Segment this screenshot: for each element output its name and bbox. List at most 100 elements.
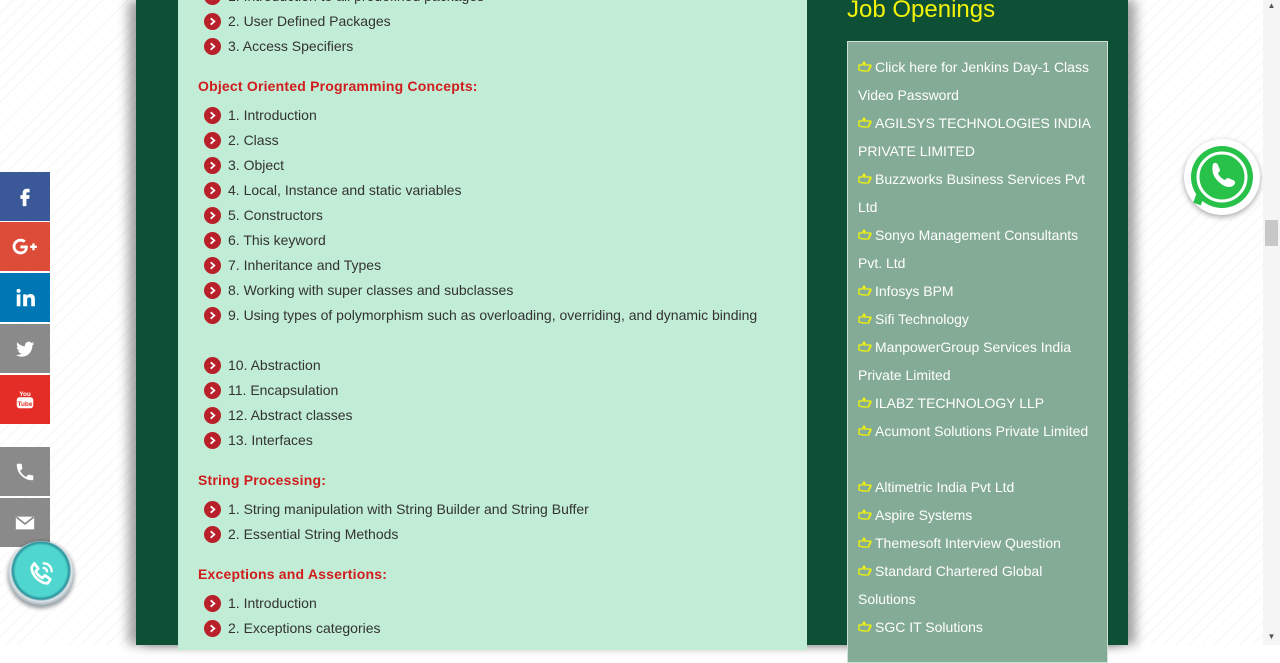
scroll-down-arrow[interactable]: ▼ <box>1266 633 1277 641</box>
job-opening-link[interactable]: Sonyo Management Consultants Pvt. Ltd <box>858 221 1098 277</box>
chevron-right-icon <box>204 357 221 374</box>
job-opening-link[interactable]: SGC IT Solutions <box>858 613 1098 641</box>
job-opening-link[interactable]: ILABZ TECHNOLOGY LLP <box>858 389 1098 417</box>
scrollbar[interactable] <box>1263 0 1280 645</box>
chevron-right-icon <box>204 257 221 274</box>
job-opening-link[interactable]: Sifi Technology <box>858 305 1098 333</box>
chevron-right-icon <box>204 182 221 199</box>
topic-text: 3. Access Specifiers <box>228 38 354 54</box>
job-opening-link[interactable]: Click here for Jenkins Day-1 Class Video… <box>858 53 1098 109</box>
hand-pointer-icon <box>858 173 872 184</box>
topic-text: 10. Abstraction <box>228 357 321 373</box>
svg-text:Tube: Tube <box>18 400 33 407</box>
topic-item: 1. Introduction <box>198 103 758 128</box>
whatsapp-button[interactable] <box>1184 139 1260 215</box>
topic-item: 2. Exceptions categories <box>198 616 758 641</box>
twitter-icon <box>15 341 35 357</box>
topic-text: 3. Object <box>228 157 285 173</box>
job-opening-link[interactable]: Altimetric India Pvt Ltd <box>858 473 1098 501</box>
topic-text: 2. Essential String Methods <box>228 526 399 542</box>
section-heading: Exceptions and Assertions: <box>198 566 388 582</box>
topic-text: 1. Introduction <box>228 595 317 611</box>
hand-pointer-icon <box>858 537 872 548</box>
chevron-right-icon <box>204 595 221 612</box>
chevron-right-icon <box>204 620 221 637</box>
topic-text: 4. Local, Instance and static variables <box>228 182 462 198</box>
topic-item: 10. Abstraction <box>198 353 758 378</box>
hand-pointer-icon <box>858 425 872 436</box>
chevron-right-icon <box>204 13 221 30</box>
job-opening-text: AGILSYS TECHNOLOGIES INDIA PRIVATE LIMIT… <box>858 115 1091 159</box>
call-now-button[interactable] <box>8 541 74 607</box>
phone-icon <box>16 463 34 480</box>
job-opening-link[interactable]: AGILSYS TECHNOLOGIES INDIA PRIVATE LIMIT… <box>858 109 1098 165</box>
twitter-share-button[interactable] <box>0 324 50 373</box>
chevron-right-icon <box>204 207 221 224</box>
page-container: 1. Introduction to all predefined packag… <box>136 0 1128 663</box>
course-content-panel: 1. Introduction to all predefined packag… <box>178 0 807 650</box>
topic-text: 2. Exceptions categories <box>228 620 381 636</box>
topic-item: 5. Constructors <box>198 203 758 228</box>
job-opening-text: Standard Chartered Global Solutions <box>858 563 1043 607</box>
job-opening-text: Click here for Jenkins Day-1 Class Video… <box>858 59 1089 103</box>
topic-text: 7. Inheritance and Types <box>228 257 382 273</box>
topic-item: 3. Access Specifiers <box>198 34 758 59</box>
job-openings-list: Click here for Jenkins Day-1 Class Video… <box>847 41 1108 663</box>
hand-pointer-icon <box>858 61 872 72</box>
phone-contact-button[interactable] <box>0 447 50 496</box>
topic-text: 2. User Defined Packages <box>228 13 391 29</box>
scroll-up-arrow[interactable]: ▲ <box>1266 2 1277 10</box>
job-opening-text: Buzzworks Business Services Pvt Ltd <box>858 171 1086 215</box>
topic-item: 13. Interfaces <box>198 428 758 453</box>
linkedin-icon <box>16 288 35 306</box>
topic-text: 12. Abstract classes <box>228 407 353 423</box>
chevron-right-icon <box>204 501 221 518</box>
job-opening-link[interactable]: Aspire Systems <box>858 501 1098 529</box>
chevron-right-icon <box>204 232 221 249</box>
facebook-share-button[interactable] <box>0 172 50 221</box>
chevron-right-icon <box>204 382 221 399</box>
youtube-share-button[interactable]: Tube You <box>0 375 50 424</box>
chevron-right-icon <box>204 132 221 149</box>
hand-pointer-icon <box>858 229 872 240</box>
job-opening-link[interactable]: Acumont Solutions Private Limited <box>858 417 1098 445</box>
topic-item: 2. Essential String Methods <box>198 522 758 547</box>
topic-text: 9. Using types of polymorphism such as o… <box>228 307 758 323</box>
hand-pointer-icon <box>858 117 872 128</box>
email-contact-button[interactable] <box>0 498 50 547</box>
job-opening-text: Aspire Systems <box>875 507 973 523</box>
youtube-icon: Tube You <box>16 390 34 408</box>
topic-item: 1. Introduction <box>198 591 758 616</box>
chevron-right-icon <box>204 407 221 424</box>
chevron-right-icon <box>204 432 221 449</box>
scrollbar-thumb[interactable] <box>1265 220 1278 246</box>
job-opening-link[interactable]: Standard Chartered Global Solutions <box>858 557 1098 613</box>
job-opening-link[interactable]: ManpowerGroup Services India Private Lim… <box>858 333 1098 389</box>
topic-item: 11. Encapsulation <box>198 378 758 403</box>
hand-pointer-icon <box>858 621 872 632</box>
job-opening-link[interactable]: Buzzworks Business Services Pvt Ltd <box>858 165 1098 221</box>
hand-pointer-icon <box>858 481 872 492</box>
topic-text: 13. Interfaces <box>228 432 313 448</box>
hand-pointer-icon <box>858 397 872 408</box>
topic-item: 12. Abstract classes <box>198 403 758 428</box>
topic-item: 8. Working with super classes and subcla… <box>198 278 758 303</box>
job-opening-link[interactable]: Themesoft Interview Question <box>858 529 1098 557</box>
linkedin-share-button[interactable] <box>0 273 50 322</box>
chevron-right-icon <box>204 307 221 324</box>
topic-item: 1. String manipulation with String Build… <box>198 497 758 522</box>
chevron-right-icon <box>204 282 221 299</box>
chevron-right-icon <box>204 0 221 5</box>
whatsapp-icon <box>1191 146 1253 208</box>
topic-text: 6. This keyword <box>228 232 326 248</box>
topic-text: 1. Introduction <box>228 107 317 123</box>
section-heading: String Processing: <box>198 472 327 488</box>
job-opening-text: Themesoft Interview Question <box>875 535 1061 551</box>
topic-item: 1. Introduction to all predefined packag… <box>198 0 758 9</box>
job-opening-link[interactable]: Infosys BPM <box>858 277 1098 305</box>
topic-text: 2. Class <box>228 132 279 148</box>
topic-item: 2. Class <box>198 128 758 153</box>
mail-icon <box>15 515 35 529</box>
sidebar-title: Job Openings <box>847 0 996 23</box>
google-plus-share-button[interactable] <box>0 222 50 271</box>
